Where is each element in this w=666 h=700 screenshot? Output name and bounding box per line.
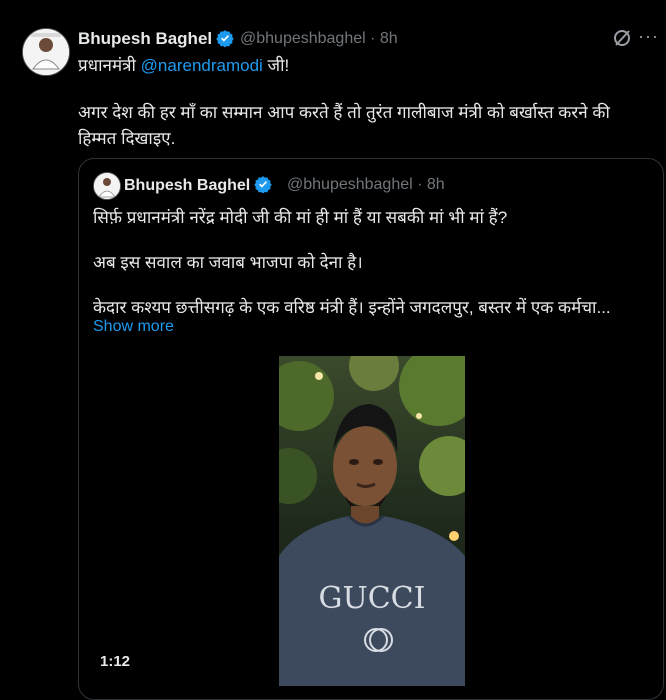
author-avatar[interactable]: [22, 28, 70, 76]
tweet-body: अगर देश की हर माँ का सम्मान आप करते हैं …: [78, 103, 610, 148]
quoted-author-name-text[interactable]: Bhupesh Baghel: [124, 177, 250, 194]
video-duration: 1:12: [100, 653, 131, 670]
quoted-author-handle[interactable]: @bhupeshbaghel · 8h: [287, 176, 445, 194]
video-player[interactable]: GUCCI: [279, 356, 465, 686]
mention-link[interactable]: @narendramodi: [141, 56, 263, 75]
tweet-line-suffix: जी!: [262, 56, 290, 75]
author-handle[interactable]: @bhupeshbaghel · 8h: [240, 30, 398, 48]
shirt-logo-text: GUCCI: [318, 581, 425, 616]
quoted-text-line-3: केदार कश्यप छत्तीसगढ़ के एक वरिष्ठ मंत्र…: [93, 298, 611, 317]
tweet-line-prefix: प्रधानमंत्री: [78, 56, 141, 75]
author-name-text[interactable]: Bhupesh Baghel: [78, 29, 212, 48]
quoted-text-line-2: अब इस सवाल का जवाब भाजपा को देना है।: [93, 253, 363, 272]
show-more-link[interactable]: Show more: [93, 318, 174, 336]
verified-badge-icon: [254, 175, 272, 194]
author-name[interactable]: Bhupesh Baghel: [78, 29, 234, 49]
verified-badge-icon: [216, 29, 234, 48]
quoted-author-avatar[interactable]: [93, 172, 121, 200]
tweet-first-line: प्रधानमंत्री @narendramodi जी!: [78, 53, 289, 76]
more-options-icon[interactable]: ···: [638, 26, 659, 47]
grok-icon[interactable]: [612, 28, 632, 48]
quoted-text-line-1: सिर्फ़ प्रधानमंत्री नरेंद्र मोदी जी की म…: [93, 208, 508, 227]
quoted-author-name[interactable]: Bhupesh Baghel: [124, 175, 272, 195]
